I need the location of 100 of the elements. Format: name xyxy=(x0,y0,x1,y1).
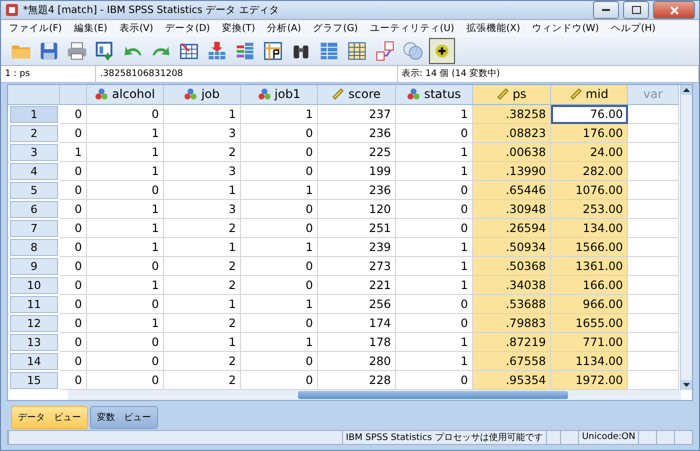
table-cell[interactable]: 1 xyxy=(396,352,473,371)
table-cell[interactable]: 1655.00 xyxy=(551,314,628,333)
toolbar-button[interactable] xyxy=(429,38,455,64)
table-cell[interactable]: .38258 xyxy=(473,104,551,124)
menu-item[interactable]: 変換(T) xyxy=(216,22,262,35)
table-cell[interactable]: 0 xyxy=(241,218,318,238)
table-cell[interactable]: 1 xyxy=(396,162,473,181)
table-cell[interactable]: .67558 xyxy=(473,352,551,371)
row-header[interactable]: 10 xyxy=(10,276,58,294)
table-cell[interactable]: 237 xyxy=(318,104,396,124)
table-cell[interactable]: 236 xyxy=(318,124,396,143)
table-cell[interactable]: 251 xyxy=(318,218,396,238)
menu-item[interactable]: 表示(V) xyxy=(113,22,160,35)
table-cell[interactable]: 0 xyxy=(87,332,164,352)
menu-item[interactable]: 分析(A) xyxy=(261,22,308,35)
table-cell[interactable]: 1 xyxy=(241,238,318,257)
table-cell[interactable] xyxy=(628,276,679,295)
table-cell[interactable]: 0 xyxy=(241,256,318,276)
table-cell[interactable]: 0 xyxy=(60,218,87,238)
table-cell[interactable] xyxy=(628,124,679,143)
menu-item[interactable]: ファイル(F) xyxy=(3,22,68,35)
table-cell[interactable]: 1 xyxy=(164,104,241,124)
table-cell[interactable]: 0 xyxy=(241,162,318,181)
table-cell[interactable]: 0 xyxy=(60,332,87,352)
menu-item[interactable]: データ(D) xyxy=(159,22,216,35)
table-cell[interactable]: 1 xyxy=(396,332,473,352)
column-header[interactable]: status xyxy=(396,84,473,105)
row-header[interactable]: 7 xyxy=(10,220,58,237)
table-cell[interactable]: 256 xyxy=(318,294,396,314)
table-cell[interactable] xyxy=(628,104,679,124)
column-header[interactable]: alcohol xyxy=(87,84,164,105)
table-cell[interactable]: 1 xyxy=(87,142,164,162)
table-cell[interactable]: 1 xyxy=(164,238,241,257)
table-cell[interactable]: 0 xyxy=(87,294,164,314)
table-cell[interactable]: 0 xyxy=(241,276,318,295)
table-cell[interactable]: 1 xyxy=(396,104,473,124)
table-cell[interactable]: 0 xyxy=(241,352,318,371)
table-cell[interactable]: 1076.00 xyxy=(551,180,628,200)
table-cell[interactable]: 0 xyxy=(60,104,87,124)
table-cell[interactable]: 0 xyxy=(87,352,164,371)
table-cell[interactable]: 225 xyxy=(318,142,396,162)
menu-item[interactable]: 編集(E) xyxy=(68,22,114,35)
table-cell[interactable]: 0 xyxy=(396,200,473,219)
table-cell[interactable]: .79883 xyxy=(473,314,551,333)
table-cell[interactable]: .95354 xyxy=(473,370,551,390)
table-cell[interactable]: 0 xyxy=(60,294,87,314)
table-cell[interactable]: 280 xyxy=(318,352,396,371)
table-cell[interactable] xyxy=(628,294,679,314)
table-cell[interactable]: 1 xyxy=(87,162,164,181)
table-cell[interactable]: 221 xyxy=(318,276,396,295)
table-cell[interactable]: 0 xyxy=(87,180,164,200)
column-header[interactable]: job1 xyxy=(241,84,318,105)
view-tab[interactable]: データ ビュー xyxy=(11,406,88,429)
table-cell[interactable]: 282.00 xyxy=(551,162,628,181)
table-cell[interactable]: 0 xyxy=(60,352,87,371)
table-cell[interactable]: 0 xyxy=(241,314,318,333)
cell-value-field[interactable]: .38258106831208 xyxy=(96,66,398,82)
table-cell[interactable]: 1 xyxy=(396,256,473,276)
table-cell[interactable]: 2 xyxy=(164,276,241,295)
table-cell[interactable]: 120 xyxy=(318,200,396,219)
table-cell[interactable]: 966.00 xyxy=(551,294,628,314)
row-header[interactable]: 9 xyxy=(10,258,58,275)
table-cell[interactable]: 1 xyxy=(241,332,318,352)
table-cell[interactable]: 0 xyxy=(60,238,87,257)
table-cell[interactable]: 2 xyxy=(164,218,241,238)
table-cell[interactable]: 1 xyxy=(87,238,164,257)
table-cell[interactable]: 1361.00 xyxy=(551,256,628,276)
table-cell[interactable]: 1 xyxy=(60,142,87,162)
table-cell[interactable]: 1 xyxy=(396,238,473,257)
table-cell[interactable]: .65446 xyxy=(473,180,551,200)
table-cell[interactable]: 2 xyxy=(164,142,241,162)
table-cell[interactable]: 176.00 xyxy=(551,124,628,143)
table-cell[interactable]: 0 xyxy=(241,124,318,143)
table-cell[interactable]: 2 xyxy=(164,256,241,276)
table-cell[interactable] xyxy=(628,142,679,162)
column-header[interactable]: job xyxy=(164,84,241,105)
table-cell[interactable]: 1 xyxy=(396,142,473,162)
table-cell[interactable]: .34038 xyxy=(473,276,551,295)
maximize-button[interactable] xyxy=(623,1,649,20)
table-cell[interactable]: 0 xyxy=(60,276,87,295)
row-header[interactable]: 3 xyxy=(10,144,58,161)
table-cell[interactable]: 1972.00 xyxy=(551,370,628,390)
row-header[interactable]: 15 xyxy=(10,372,58,389)
menu-item[interactable]: グラフ(G) xyxy=(307,22,364,35)
table-cell[interactable]: 174 xyxy=(318,314,396,333)
table-cell[interactable]: 0 xyxy=(60,370,87,390)
table-cell[interactable]: 771.00 xyxy=(551,332,628,352)
table-cell[interactable]: 3 xyxy=(164,200,241,219)
menu-item[interactable]: ユーティリティ(U) xyxy=(364,22,460,35)
table-cell[interactable] xyxy=(628,314,679,333)
table-cell[interactable]: 0 xyxy=(60,162,87,181)
table-cell[interactable] xyxy=(628,370,679,390)
menu-item[interactable]: ヘルプ(H) xyxy=(605,22,662,35)
table-cell[interactable]: 1 xyxy=(164,180,241,200)
row-header[interactable]: 14 xyxy=(10,352,58,370)
table-cell[interactable]: 2 xyxy=(164,352,241,371)
horizontal-scrollbar[interactable] xyxy=(68,390,681,400)
table-cell[interactable]: .30948 xyxy=(473,200,551,219)
table-cell[interactable]: .53688 xyxy=(473,294,551,314)
table-cell[interactable]: 178 xyxy=(318,332,396,352)
